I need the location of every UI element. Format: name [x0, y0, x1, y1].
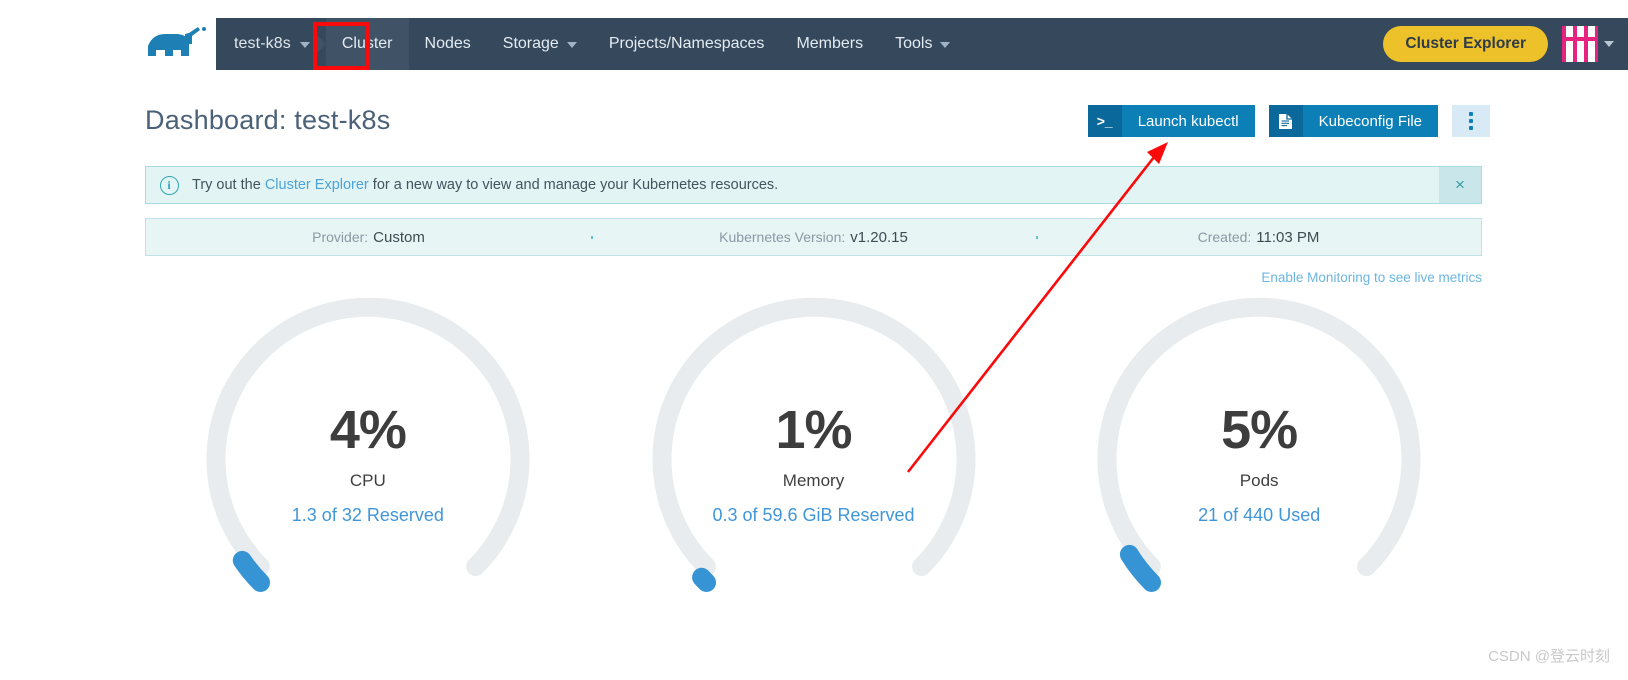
nav-item-cluster[interactable]: Cluster: [325, 18, 409, 70]
nav-right-actions: Cluster Explorer: [1383, 26, 1628, 62]
cluster-dashboard-page: test-k8s Cluster Nodes Storage Projects/…: [0, 0, 1628, 680]
nav-item-cluster-label: Cluster: [341, 35, 393, 52]
more-actions-button[interactable]: [1452, 105, 1490, 137]
file-icon: [1268, 105, 1303, 137]
info-banner: i Try out the Cluster Explorer for a new…: [145, 166, 1482, 204]
watermark: CSDN @登云时刻: [1488, 648, 1610, 665]
meta-kubernetes-version: Kubernetes Version: v1.20.15: [591, 229, 1036, 246]
meta-provider: Provider: Custom: [146, 229, 591, 246]
gauge-pods-name: Pods: [1239, 470, 1279, 490]
nav-item-members[interactable]: Members: [780, 18, 879, 70]
gauge-cpu-center: 4% CPU 1.3 of 32 Reserved: [292, 403, 444, 526]
nav-item-tools-label: Tools: [895, 35, 933, 52]
top-navigation: test-k8s Cluster Nodes Storage Projects/…: [216, 18, 1628, 70]
nav-item-nodes[interactable]: Nodes: [409, 18, 487, 70]
gauge-pods-percent: 5%: [1221, 399, 1298, 460]
info-banner-text: Try out the Cluster Explorer for a new w…: [192, 177, 778, 193]
avatar: [1562, 26, 1598, 62]
nav-item-tools[interactable]: Tools: [879, 18, 966, 70]
nav-items: test-k8s Cluster Nodes Storage Projects/…: [216, 18, 966, 70]
gauge-cpu-name: CPU: [349, 470, 386, 490]
dot: [1469, 119, 1473, 123]
meta-provider-value: Custom: [373, 228, 425, 246]
meta-created-label: Created:: [1197, 229, 1252, 245]
enable-monitoring-link[interactable]: Enable Monitoring to see live metrics: [1261, 270, 1482, 285]
dot: [1469, 112, 1473, 116]
banner-cluster-explorer-link[interactable]: Cluster Explorer: [265, 177, 369, 193]
kubeconfig-file-button[interactable]: Kubeconfig File: [1268, 105, 1438, 137]
gauge-memory-center: 1% Memory 0.3 of 59.6 GiB Reserved: [712, 403, 914, 526]
gauge-cpu-percent: 4%: [329, 399, 407, 460]
meta-kubernetes-version-value: v1.20.15: [850, 228, 908, 246]
resource-gauges: 4% CPU 1.3 of 32 Reserved 1% Memory 0.3 …: [145, 295, 1482, 625]
gauge-pods: 5% Pods 21 of 440 Used: [1036, 295, 1482, 625]
chevron-down-icon: [940, 42, 951, 48]
cluster-selector-label: test-k8s: [234, 35, 291, 52]
nav-item-storage[interactable]: Storage: [487, 18, 593, 70]
banner-text-after: for a new way to view and manage your Ku…: [368, 177, 779, 193]
meta-provider-label: Provider:: [312, 229, 369, 245]
chevron-down-icon: [299, 42, 310, 48]
launch-kubectl-label: Launch kubectl: [1137, 112, 1239, 130]
page-title: Dashboard: test-k8s: [145, 105, 391, 135]
meta-kubernetes-version-label: Kubernetes Version:: [719, 229, 846, 245]
nav-item-members-label: Members: [796, 35, 864, 52]
chevron-down-icon: [566, 42, 577, 48]
rancher-logo-icon[interactable]: [145, 26, 213, 64]
kubeconfig-file-label: Kubeconfig File: [1318, 112, 1422, 130]
close-icon[interactable]: ×: [1439, 167, 1481, 203]
cluster-selector[interactable]: test-k8s: [216, 18, 326, 70]
launch-kubectl-button[interactable]: >_ Launch kubectl: [1087, 105, 1255, 137]
info-icon: i: [146, 175, 192, 195]
nav-item-projects-namespaces[interactable]: Projects/Namespaces: [593, 18, 781, 70]
user-menu[interactable]: [1562, 26, 1614, 62]
gauge-memory-name: Memory: [782, 470, 845, 490]
cluster-explorer-button[interactable]: Cluster Explorer: [1383, 26, 1548, 62]
nav-item-nodes-label: Nodes: [424, 35, 471, 52]
gauge-memory-detail: 0.3 of 59.6 GiB Reserved: [712, 504, 915, 525]
header-actions: >_ Launch kubectl Kubeconfig File: [1087, 105, 1490, 137]
nav-item-projects-namespaces-label: Projects/Namespaces: [608, 35, 765, 52]
meta-created-value: 11:03 PM: [1256, 228, 1320, 246]
dot: [1469, 126, 1473, 130]
gauge-cpu-detail: 1.3 of 32 Reserved: [291, 504, 444, 525]
banner-text-before: Try out the: [192, 177, 265, 193]
gauge-pods-center: 5% Pods 21 of 440 Used: [1198, 403, 1320, 526]
nav-item-storage-label: Storage: [502, 35, 559, 52]
gauge-cpu: 4% CPU 1.3 of 32 Reserved: [145, 295, 591, 625]
chevron-down-icon: [1604, 41, 1614, 47]
gauge-pods-detail: 21 of 440 Used: [1198, 504, 1321, 525]
meta-created: Created: 11:03 PM: [1036, 229, 1481, 246]
terminal-icon: >_: [1087, 105, 1122, 137]
gauge-memory-percent: 1%: [775, 399, 852, 460]
gauge-memory: 1% Memory 0.3 of 59.6 GiB Reserved: [591, 295, 1037, 625]
cluster-meta-bar: Provider: Custom Kubernetes Version: v1.…: [145, 218, 1482, 256]
